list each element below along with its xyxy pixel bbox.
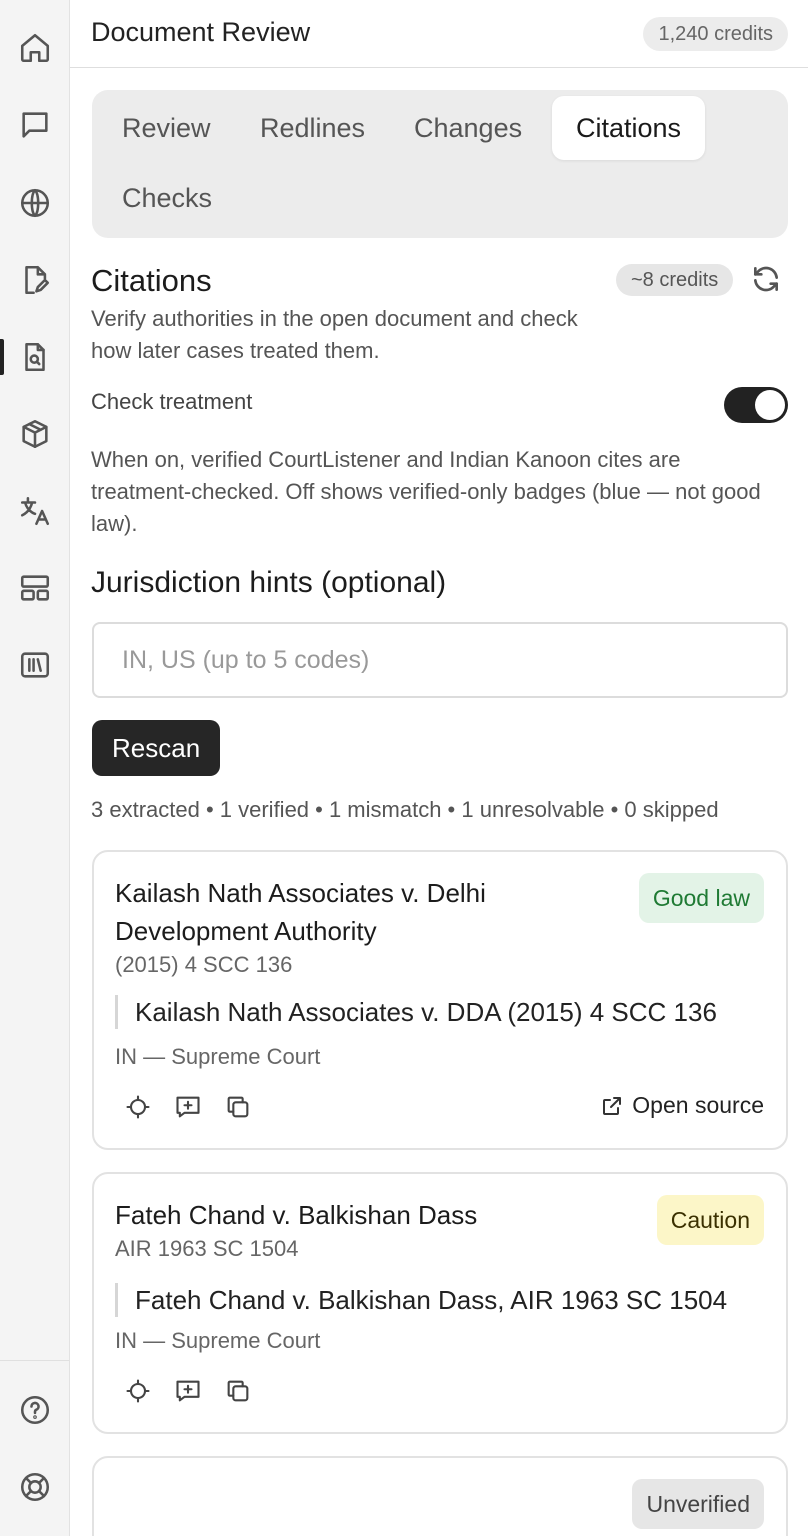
source-quote: Fateh Chand v. Balkishan Dass, AIR 1963 …	[115, 1283, 727, 1317]
court-label: IN — Supreme Court	[115, 1328, 321, 1353]
credits-badge: 1,240 credits	[643, 17, 788, 51]
external-link-icon	[603, 1096, 622, 1115]
layout-icon[interactable]	[12, 565, 58, 611]
jurisdiction-title: Jurisdiction hints (optional)	[91, 566, 447, 599]
locate-icon[interactable]	[122, 1091, 154, 1123]
file-search-icon[interactable]	[12, 334, 58, 380]
active-indicator	[0, 339, 4, 375]
file-edit-icon[interactable]	[12, 257, 58, 303]
refresh-icon[interactable]	[750, 263, 782, 297]
tab-checks[interactable]: Checks	[98, 166, 236, 230]
chat-icon[interactable]	[12, 102, 58, 148]
locate-icon[interactable]	[122, 1375, 154, 1407]
open-source-link[interactable]: Open source	[600, 1092, 764, 1119]
citation-card: Fateh Chand v. Balkishan Dass Caution AI…	[92, 1172, 788, 1434]
add-comment-icon[interactable]	[172, 1375, 204, 1407]
check-treatment-label: Check treatment	[91, 389, 253, 414]
tab-review[interactable]: Review	[98, 96, 235, 160]
translate-icon[interactable]	[12, 488, 58, 534]
page-title: Document Review	[91, 17, 311, 47]
tab-redlines[interactable]: Redlines	[236, 96, 389, 160]
case-name: Kailash Nath Associates v. Delhi Develop…	[115, 878, 486, 946]
help-icon[interactable]	[12, 1387, 58, 1433]
globe-icon[interactable]	[12, 180, 58, 226]
section-description: Verify authorities in the open document …	[91, 306, 578, 363]
status-badge: Good law	[638, 873, 764, 923]
status-badge: Caution	[656, 1195, 764, 1245]
sidebar-divider	[0, 1360, 69, 1361]
toggle-help-text: When on, verified CourtListener and Indi…	[91, 447, 761, 536]
jurisdiction-input[interactable]	[92, 622, 788, 698]
top-header: Document Review 1,240 credits	[70, 0, 808, 68]
copy-icon[interactable]	[222, 1375, 254, 1407]
scan-summary: 3 extracted • 1 verified • 1 mismatch • …	[91, 797, 719, 822]
library-icon[interactable]	[12, 642, 58, 688]
case-name: Fateh Chand v. Balkishan Dass	[115, 1200, 478, 1230]
section-title: Citations	[91, 263, 212, 298]
card-actions	[122, 1375, 254, 1407]
open-source-label: Open source	[632, 1092, 764, 1118]
court-label: IN — Supreme Court	[115, 1044, 321, 1069]
citation-card: Kailash Nath Associates v. Delhi Develop…	[92, 850, 788, 1150]
tab-bar: Review Redlines Changes Citations Checks	[92, 90, 788, 238]
support-icon[interactable]	[12, 1464, 58, 1510]
card-actions	[122, 1091, 254, 1123]
case-citation: AIR 1963 SC 1504	[115, 1236, 299, 1261]
citation-card: Unverified	[92, 1456, 788, 1536]
source-quote: Kailash Nath Associates v. DDA (2015) 4 …	[115, 995, 717, 1029]
toggle-knob	[755, 390, 785, 420]
cost-badge: ~8 credits	[616, 264, 734, 296]
box-icon[interactable]	[12, 411, 58, 457]
copy-icon[interactable]	[222, 1091, 254, 1123]
case-citation: (2015) 4 SCC 136	[115, 952, 293, 977]
home-icon[interactable]	[12, 25, 58, 71]
rescan-button[interactable]: Rescan	[92, 720, 221, 776]
add-comment-icon[interactable]	[172, 1091, 204, 1123]
tab-citations[interactable]: Citations	[552, 96, 706, 160]
tab-changes[interactable]: Changes	[390, 96, 546, 160]
left-sidebar	[0, 0, 70, 1536]
status-badge: Unverified	[632, 1479, 764, 1529]
check-treatment-toggle[interactable]	[724, 387, 788, 423]
